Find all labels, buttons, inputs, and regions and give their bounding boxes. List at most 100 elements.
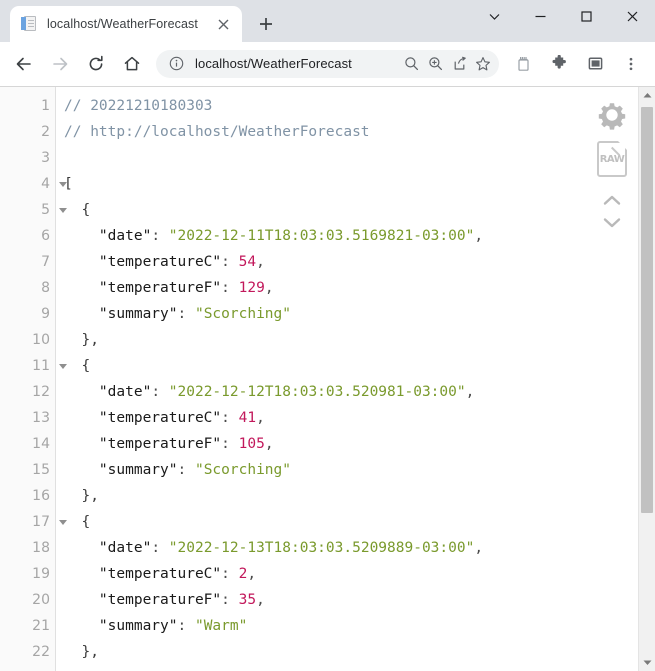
close-window-button[interactable]: [609, 0, 655, 32]
token-key: "temperatureC": [64, 566, 222, 582]
token-punc: :: [221, 410, 239, 426]
share-icon[interactable]: [447, 52, 471, 76]
line-number: 8: [0, 275, 55, 301]
line-number: 17: [0, 509, 55, 535]
token-punc: :: [151, 384, 169, 400]
token-str: "Warm": [194, 618, 248, 634]
code-line: "summary": "Scorching": [64, 301, 655, 327]
token-brace: },: [64, 644, 99, 660]
line-number: 9: [0, 301, 55, 327]
code-line: "summary": "Warm": [64, 613, 655, 639]
zoom-in-icon[interactable]: [423, 52, 447, 76]
token-key: "date": [64, 540, 152, 556]
token-str: "2022-12-11T18:03:03.5169821-03:00": [168, 228, 475, 244]
token-punc: :: [221, 280, 239, 296]
line-number: 3: [0, 145, 55, 171]
chevron-down-icon[interactable]: [598, 211, 626, 233]
line-number: 6: [0, 223, 55, 249]
forward-icon: [46, 50, 74, 78]
token-punc: ,: [256, 254, 265, 270]
bookmark-star-icon[interactable]: [471, 52, 495, 76]
token-punc: ,: [264, 436, 274, 452]
code-line: "summary": "Scorching": [64, 457, 655, 483]
tab-close-icon[interactable]: [212, 13, 234, 35]
minimize-button[interactable]: [517, 0, 563, 32]
token-brace: },: [64, 332, 99, 348]
raw-view-button[interactable]: RAW: [594, 141, 630, 177]
line-number-value: 17: [32, 514, 50, 530]
code-line: },: [64, 327, 655, 353]
token-punc: ,: [474, 228, 484, 244]
gear-icon[interactable]: [594, 97, 630, 133]
scrollbar-thumb[interactable]: [641, 107, 653, 513]
line-number-value: 19: [32, 566, 50, 582]
token-str: "2022-12-13T18:03:03.5209889-03:00": [168, 540, 475, 556]
token-key: "temperatureF": [64, 436, 222, 452]
token-punc: ,: [474, 540, 484, 556]
address-bar[interactable]: localhost/WeatherForecast: [156, 49, 499, 78]
token-key: "summary": [64, 462, 178, 478]
code-area[interactable]: // 20221210180303 // http://localhost/Wea…: [56, 87, 655, 671]
chevron-up-icon[interactable]: [598, 189, 626, 211]
token-num: 129: [238, 280, 265, 296]
home-icon[interactable]: [118, 50, 146, 78]
line-number-value: 12: [32, 384, 50, 400]
address-bar-url: localhost/WeatherForecast: [195, 56, 352, 71]
clipboard-icon[interactable]: [509, 50, 537, 78]
line-number-value: 22: [32, 644, 50, 660]
line-number-value: 21: [32, 618, 50, 634]
browser-tab[interactable]: localhost/WeatherForecast: [10, 6, 242, 42]
line-number-value: 6: [41, 228, 50, 244]
line-number: 21: [0, 613, 55, 639]
back-icon[interactable]: [10, 50, 38, 78]
token-num: 105: [238, 436, 265, 452]
maximize-button[interactable]: [563, 0, 609, 32]
extensions-puzzle-icon[interactable]: [545, 50, 573, 78]
scrollbar-down-arrow[interactable]: [639, 654, 655, 671]
side-panel-icon[interactable]: [581, 50, 609, 78]
code-line: {: [64, 509, 655, 535]
line-number-value: 3: [41, 150, 50, 166]
code-line: "temperatureC": 2,: [64, 561, 655, 587]
code-line: // http://localhost/WeatherForecast: [64, 119, 655, 145]
tab-search-button[interactable]: [471, 0, 517, 32]
code-line: "temperatureC": 41,: [64, 405, 655, 431]
line-number: 13: [0, 405, 55, 431]
line-number: 2: [0, 119, 55, 145]
code-line: },: [64, 483, 655, 509]
token-num: 41: [238, 410, 257, 426]
token-key: "temperatureC": [64, 410, 222, 426]
raw-label: RAW: [599, 153, 625, 165]
line-number: 20: [0, 587, 55, 613]
line-number-value: 15: [32, 462, 50, 478]
token-punc: :: [151, 228, 169, 244]
info-circle-icon[interactable]: [164, 52, 188, 76]
new-tab-button[interactable]: [252, 10, 280, 38]
line-number-value: 1: [41, 98, 50, 114]
token-punc: ,: [256, 410, 265, 426]
scrollbar-up-arrow[interactable]: [639, 87, 655, 104]
token-punc: :: [221, 592, 239, 608]
more-menu-icon[interactable]: [617, 50, 645, 78]
line-number-value: 16: [32, 488, 50, 504]
line-number-value: 13: [32, 410, 50, 426]
tab-favicon-icon: [21, 16, 37, 32]
token-cmt: // 20221210180303: [64, 98, 213, 114]
token-key: "date": [64, 228, 152, 244]
line-number: 19: [0, 561, 55, 587]
line-number: 4: [0, 171, 55, 197]
line-number: 1: [0, 93, 55, 119]
browser-toolbar: localhost/WeatherForecast: [0, 42, 655, 86]
code-line: "temperatureF": 129,: [64, 275, 655, 301]
token-num: 35: [238, 592, 257, 608]
viewer-tools: RAW: [589, 97, 635, 233]
search-icon[interactable]: [399, 52, 423, 76]
line-number-value: 7: [41, 254, 50, 270]
token-punc: ,: [247, 566, 257, 582]
reload-icon[interactable]: [82, 50, 110, 78]
token-punc: ,: [264, 280, 274, 296]
scroll-nav: [598, 189, 626, 233]
vertical-scrollbar[interactable]: [638, 87, 655, 671]
line-number-value: 8: [41, 280, 50, 296]
